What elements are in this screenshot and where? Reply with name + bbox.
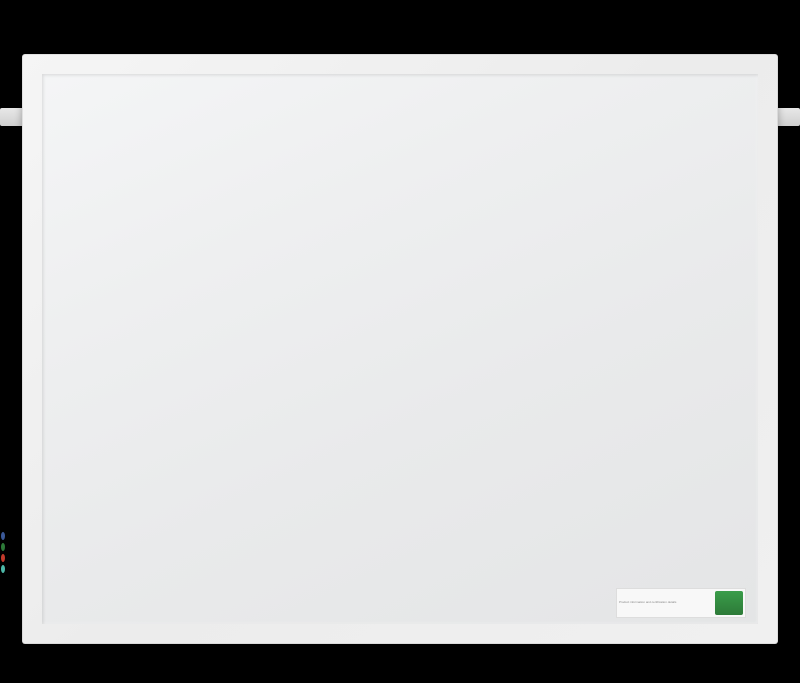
marker-teal: [1, 565, 5, 573]
marker-red: [1, 554, 5, 562]
side-markers: [1, 532, 5, 573]
whiteboard-frame: Product information and certification de…: [22, 54, 778, 644]
label-text: Product information and certification de…: [619, 601, 712, 605]
certification-badge: [715, 591, 743, 615]
marker-green: [1, 543, 5, 551]
whiteboard-surface: Product information and certification de…: [42, 74, 758, 624]
product-label: Product information and certification de…: [616, 588, 746, 618]
marker-blue: [1, 532, 5, 540]
